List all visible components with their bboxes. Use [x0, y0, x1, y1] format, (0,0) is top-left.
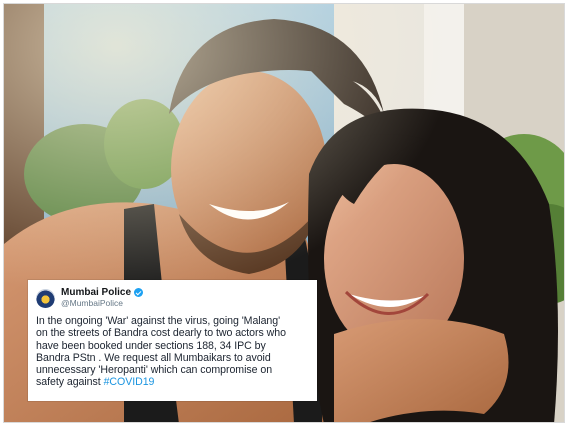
image-frame: Mumbai Police @MumbaiPolice In the ongoi…: [3, 3, 565, 423]
hashtag-link[interactable]: #COVID19: [104, 376, 155, 388]
tweet-text: In the ongoing 'War' against the virus, …: [36, 315, 310, 389]
tweet-card: Mumbai Police @MumbaiPolice In the ongoi…: [28, 280, 317, 401]
account-handle: @MumbaiPolice: [61, 298, 124, 308]
account-name: Mumbai Police: [61, 287, 132, 298]
tweet-body-text: In the ongoing 'War' against the virus, …: [36, 315, 286, 389]
name-row: Mumbai Police: [61, 287, 144, 298]
tweet-header: Mumbai Police @MumbaiPolice: [36, 286, 310, 310]
tweet-author: Mumbai Police @MumbaiPolice: [61, 287, 144, 309]
avatar-logo: [36, 288, 55, 308]
verified-icon: [134, 288, 144, 297]
